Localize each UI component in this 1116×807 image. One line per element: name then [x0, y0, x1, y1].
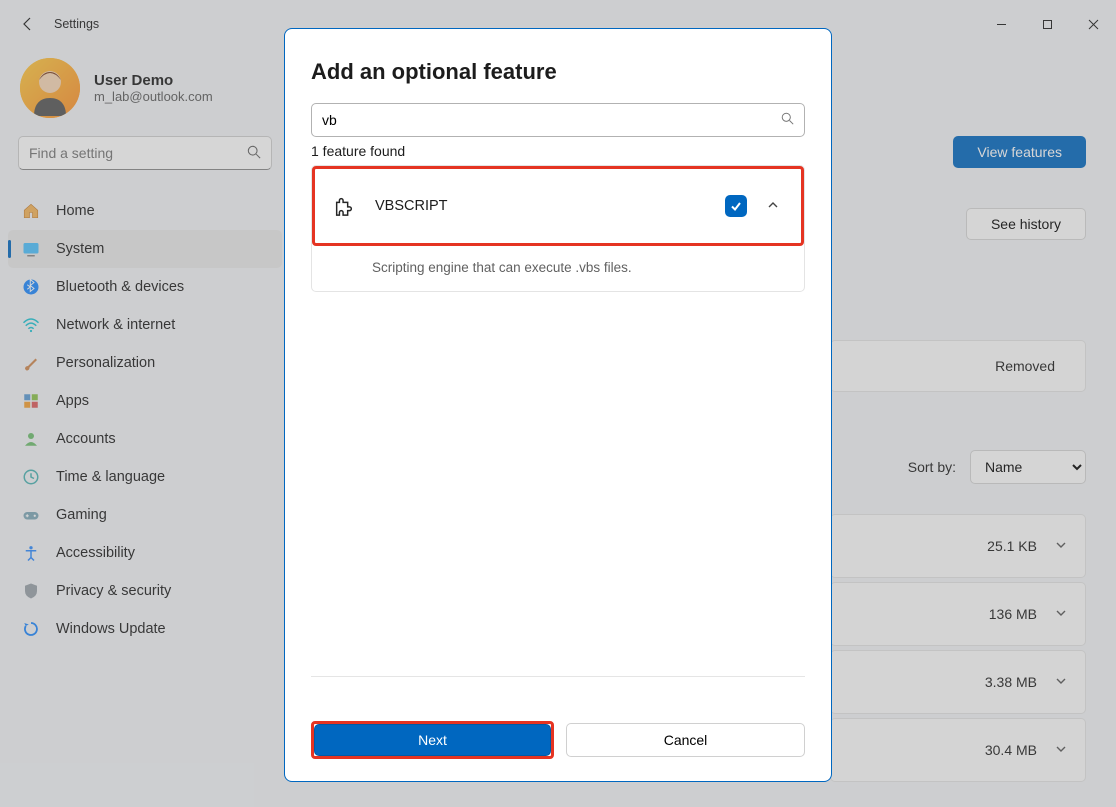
add-feature-dialog: Add an optional feature 1 feature found …	[284, 28, 832, 782]
separator	[311, 676, 805, 677]
dialog-search-input[interactable]	[322, 112, 781, 128]
search-icon	[781, 112, 794, 128]
tutorial-highlight-feature: VBSCRIPT	[312, 166, 804, 246]
dialog-title: Add an optional feature	[311, 59, 805, 85]
cancel-button[interactable]: Cancel	[566, 723, 805, 757]
feature-description: Scripting engine that can execute .vbs f…	[312, 246, 804, 291]
chevron-up-icon[interactable]	[767, 199, 779, 214]
feature-card: VBSCRIPT Scripting engine that can execu…	[311, 165, 805, 292]
feature-name: VBSCRIPT	[375, 198, 705, 214]
next-button[interactable]: Next	[314, 724, 551, 756]
tutorial-highlight-next: Next	[311, 721, 554, 759]
feature-checkbox[interactable]	[725, 195, 747, 217]
dialog-search[interactable]	[311, 103, 805, 137]
extension-icon	[333, 195, 355, 217]
feature-count-text: 1 feature found	[311, 143, 805, 159]
feature-row-vbscript[interactable]: VBSCRIPT	[315, 169, 801, 243]
